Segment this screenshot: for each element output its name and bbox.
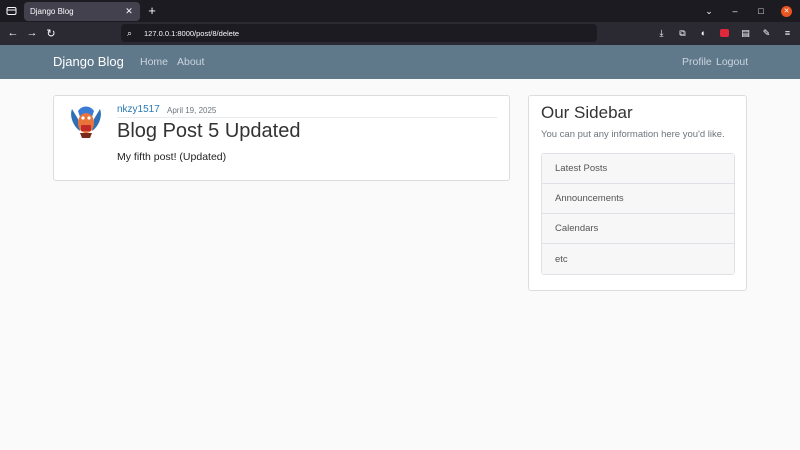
sidebar-item-announcements[interactable]: Announcements (542, 184, 734, 214)
window-controls: ⌄ – □ ✕ (703, 0, 792, 22)
site-navbar: Django Blog Home About Profile Logout (0, 45, 800, 79)
extensions-icon[interactable]: ⧉ (674, 25, 691, 41)
url-bar[interactable]: ⌕ 127.0.0.1:8000/post/8/delete (121, 24, 597, 42)
tab-overflow-chevron-icon[interactable]: ⌄ (703, 6, 715, 17)
browser-nav-bar: ← → ↻ ⌕ 127.0.0.1:8000/post/8/delete ⤓ ⧉… (0, 22, 800, 45)
site-brand[interactable]: Django Blog (53, 54, 124, 69)
sidebar-title: Our Sidebar (541, 103, 633, 122)
browser-tab-active[interactable]: Django Blog ✕ (24, 2, 140, 21)
privacy-icon[interactable]: ◐ (695, 25, 712, 41)
bookmark-icon[interactable]: ✎ (758, 25, 775, 41)
download-icon[interactable]: ⤓ (653, 25, 670, 41)
forward-button[interactable]: → (24, 25, 40, 41)
close-window-button[interactable]: ✕ (781, 5, 792, 17)
search-icon: ⌕ (127, 27, 133, 38)
tab-list-button[interactable] (0, 0, 22, 22)
back-button[interactable]: ← (5, 25, 21, 41)
sidebar: Our Sidebar You can put any information … (528, 95, 747, 291)
sidebar-item-calendars[interactable]: Calendars (542, 214, 734, 244)
sidebar-description: You can put any information here you'd l… (541, 129, 725, 140)
maximize-button[interactable]: □ (755, 6, 767, 16)
tab-title: Django Blog (30, 7, 74, 16)
divider (117, 117, 497, 118)
nav-about-link[interactable]: About (177, 56, 204, 68)
post-date: April 19, 2025 (167, 106, 217, 115)
author-avatar (66, 101, 106, 141)
tab-close-icon[interactable]: ✕ (124, 6, 134, 17)
browser-tab-bar: Django Blog ✕ + ⌄ – □ ✕ (0, 0, 800, 22)
sidebar-item-etc[interactable]: etc (542, 244, 734, 274)
post-title[interactable]: Blog Post 5 Updated (117, 120, 300, 143)
pocket-icon[interactable] (716, 25, 733, 41)
menu-icon[interactable]: ≡ (779, 25, 796, 41)
minimize-button[interactable]: – (729, 6, 741, 16)
nav-home-link[interactable]: Home (140, 56, 168, 68)
post-content: My fifth post! (Updated) (117, 151, 227, 163)
tab-list-icon (6, 7, 16, 15)
toolbar-icons: ⤓ ⧉ ◐ ▤ ✎ ≡ (653, 25, 796, 41)
avatar-image-icon (66, 101, 106, 141)
reader-icon[interactable]: ▤ (737, 25, 754, 41)
sidebar-item-latest-posts[interactable]: Latest Posts (542, 154, 734, 184)
reload-button[interactable]: ↻ (43, 25, 59, 41)
nav-logout-link[interactable]: Logout (716, 56, 748, 68)
nav-profile-link[interactable]: Profile (682, 56, 712, 68)
sidebar-list: Latest Posts Announcements Calendars etc (541, 153, 735, 275)
url-text[interactable]: 127.0.0.1:8000/post/8/delete (144, 29, 239, 38)
post-card: nkzy1517 April 19, 2025 Blog Post 5 Upda… (53, 95, 510, 181)
new-tab-button[interactable]: + (145, 3, 159, 19)
post-author-link[interactable]: nkzy1517 (117, 104, 160, 115)
